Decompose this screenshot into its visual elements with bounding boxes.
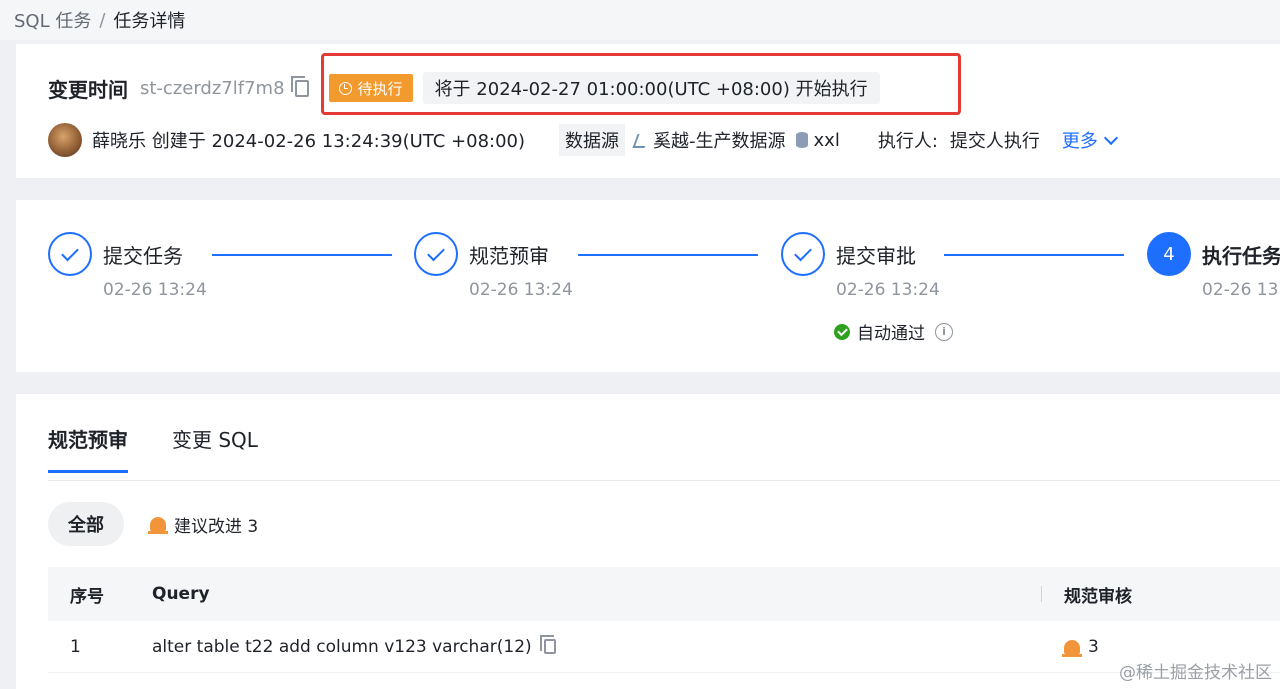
filter-suggest-label: 建议改进 3 <box>174 516 259 537</box>
table-row: 1 alter table t22 add column v123 varcha… <box>48 621 1280 673</box>
avatar <box>48 123 82 157</box>
column-header-query: Query <box>152 584 1042 604</box>
step-connector <box>212 254 392 256</box>
breadcrumb: SQL 任务 / 任务详情 <box>0 0 1280 40</box>
breadcrumb-separator: / <box>99 9 106 31</box>
column-header-index: 序号 <box>70 586 104 607</box>
alarm-icon <box>148 517 168 534</box>
step-check-icon <box>781 232 825 276</box>
created-info: 薛晓乐 创建于 2024-02-26 13:24:39(UTC +08:00) <box>92 131 526 152</box>
status-badge: 待执行 <box>328 74 413 102</box>
site-watermark: @稀土掘金技术社区 <box>1119 663 1272 683</box>
step-connector <box>578 254 758 256</box>
step-check-icon <box>414 232 458 276</box>
tab-divider <box>48 480 1280 481</box>
step-time: 02-26 13:24 <box>103 280 207 300</box>
auto-approve-label: 自动通过 <box>857 324 925 344</box>
review-count: 3 <box>1088 636 1099 657</box>
row-index: 1 <box>70 636 81 657</box>
step-check-icon <box>48 232 92 276</box>
tab-change-sql[interactable]: 变更 SQL <box>172 424 258 473</box>
copy-icon[interactable] <box>290 75 309 97</box>
step-time: 02-26 13:24 <box>836 280 940 300</box>
title-row: 变更时间 st-czerdz7lf7m8 待执行 将于 2024-02-27 0… <box>48 70 880 106</box>
meta-row: 薛晓乐 创建于 2024-02-26 13:24:39(UTC +08:00) … <box>48 122 1118 158</box>
info-icon[interactable]: i <box>935 322 953 341</box>
filter-all-button[interactable]: 全部 <box>48 502 124 546</box>
filter-suggest-button[interactable]: 建议改进 3 <box>148 512 259 537</box>
step-label: 规范预审 <box>469 244 549 268</box>
review-card: 规范预审 变更 SQL 全部 建议改进 3 序号 Query 规范审核 1 al… <box>16 394 1280 689</box>
more-label: 更多 <box>1061 131 1098 152</box>
step-time: 02-26 13:24 <box>469 280 573 300</box>
datasource-type-icon <box>633 132 647 148</box>
chevron-down-icon <box>1103 130 1118 145</box>
column-header-review: 规范审核 <box>1064 586 1132 607</box>
clock-icon <box>338 81 352 95</box>
task-header-card: 变更时间 st-czerdz7lf7m8 待执行 将于 2024-02-27 0… <box>16 44 1280 178</box>
database-name: xxl <box>813 129 840 151</box>
row-query: alter table t22 add column v123 varchar(… <box>152 635 1042 657</box>
step-label: 执行任务 <box>1202 244 1280 268</box>
executor-label: 执行人: <box>877 131 938 152</box>
alarm-icon <box>1062 639 1082 657</box>
step-time: 02-26 13:24 <box>1202 280 1280 300</box>
datasource-label: 数据源 <box>559 124 626 156</box>
query-text: alter table t22 add column v123 varchar(… <box>152 636 532 657</box>
status-label: 待执行 <box>357 79 403 98</box>
database-icon <box>795 132 808 148</box>
datasource-name[interactable]: 奚越-生产数据源 <box>653 127 786 153</box>
task-id: st-czerdz7lf7m8 <box>140 77 285 99</box>
tab-precheck[interactable]: 规范预审 <box>48 424 128 473</box>
check-circle-icon <box>834 323 850 340</box>
copy-icon[interactable] <box>539 635 556 654</box>
filter-bar: 全部 建议改进 3 <box>48 502 258 546</box>
auto-approve-note: 自动通过 i <box>834 319 953 344</box>
breadcrumb-parent[interactable]: SQL 任务 <box>14 7 91 33</box>
row-review[interactable]: 3 <box>1042 637 1280 657</box>
step-label: 提交任务 <box>103 244 183 268</box>
executor-value: 提交人执行 <box>949 131 1040 152</box>
tabs: 规范预审 变更 SQL <box>48 424 302 473</box>
step-number-icon: 4 <box>1147 232 1191 276</box>
review-table: 序号 Query 规范审核 1 alter table t22 add colu… <box>48 567 1280 673</box>
table-header: 序号 Query 规范审核 <box>48 567 1280 621</box>
page-title: 变更时间 <box>48 77 128 102</box>
step-connector <box>944 254 1124 256</box>
progress-steps-card: 提交任务 02-26 13:24 规范预审 02-26 13:24 提交审批 0… <box>16 200 1280 372</box>
more-button[interactable]: 更多 <box>1061 127 1118 153</box>
step-label: 提交审批 <box>836 244 916 268</box>
schedule-text: 将于 2024-02-27 01:00:00(UTC +08:00) 开始执行 <box>422 72 880 104</box>
breadcrumb-current: 任务详情 <box>113 11 186 32</box>
